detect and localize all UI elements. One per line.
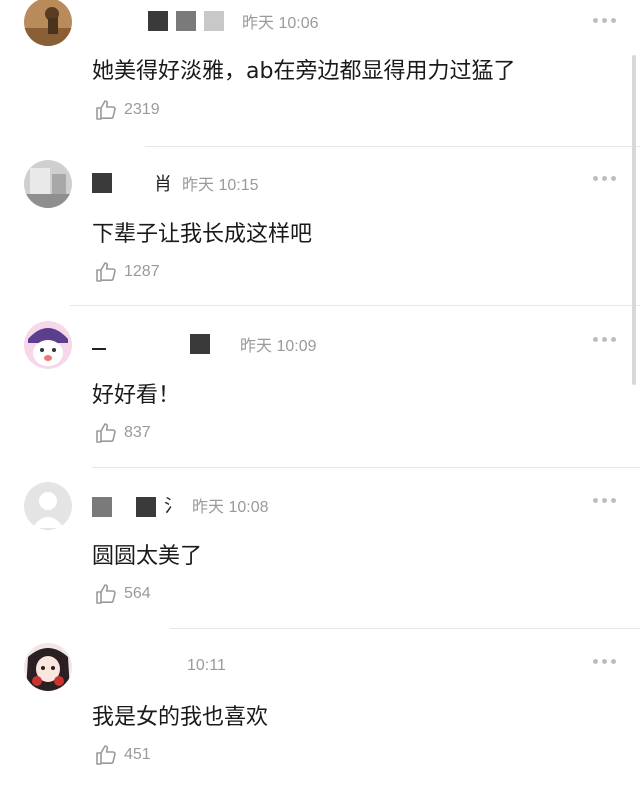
user-name-fragment: 肖 <box>154 174 172 195</box>
avatar-default-icon <box>24 482 72 530</box>
name-redaction <box>204 11 224 31</box>
like-button[interactable]: 2319 <box>94 98 160 122</box>
name-redaction <box>176 11 196 31</box>
comment-time: 昨天 10:15 <box>182 177 259 194</box>
like-count: 837 <box>124 424 151 441</box>
comment-text: 我是女的我也喜欢 <box>92 705 269 730</box>
user-name-row: 10:11 <box>187 651 226 681</box>
name-redaction <box>92 173 112 193</box>
user-name-row: 昨天 10:09 <box>92 329 317 359</box>
name-redaction <box>92 497 112 517</box>
comment-list: 昨天 10:06 她美得好淡雅，ab在旁边都显得用力过猛了 2319 肖 昨天 … <box>0 0 640 773</box>
avatar-cartoon-icon <box>24 321 72 369</box>
avatar[interactable] <box>24 160 72 208</box>
comment-item: 肖 昨天 10:15 下辈子让我长成这样吧 1287 <box>0 160 640 321</box>
more-options-icon[interactable] <box>593 498 616 503</box>
name-redaction <box>190 334 210 354</box>
avatar-anime-girl-icon <box>24 643 72 691</box>
comment-text: 她美得好淡雅，ab在旁边都显得用力过猛了 <box>92 59 516 84</box>
divider <box>170 628 640 629</box>
user-name-fragment: 氵 <box>164 496 182 517</box>
thumbs-up-icon <box>96 745 116 765</box>
like-count: 2319 <box>124 101 160 118</box>
thumbs-up-icon <box>96 423 116 443</box>
comment-text: 圆圆太美了 <box>92 544 203 569</box>
comment-text: 好好看！ <box>92 383 181 408</box>
comment-text: 下辈子让我长成这样吧 <box>92 222 313 247</box>
divider <box>145 146 640 147</box>
thumbs-up-icon <box>96 262 116 282</box>
name-redaction <box>136 497 156 517</box>
comment-item: 昨天 10:06 她美得好淡雅，ab在旁边都显得用力过猛了 2319 <box>0 0 640 159</box>
like-button[interactable]: 1287 <box>94 260 160 284</box>
comment-time: 昨天 10:08 <box>192 499 269 516</box>
avatar[interactable] <box>24 321 72 369</box>
comment-time: 10:11 <box>187 657 226 674</box>
name-redaction <box>92 348 106 350</box>
divider <box>92 467 640 468</box>
like-count: 564 <box>124 585 151 602</box>
user-name-row: 肖 昨天 10:15 <box>92 168 259 198</box>
thumbs-up-icon <box>96 584 116 604</box>
more-options-icon[interactable] <box>593 337 616 342</box>
comment-item: 氵 昨天 10:08 圆圆太美了 564 <box>0 482 640 643</box>
avatar[interactable] <box>24 643 72 691</box>
comment-item: 10:11 我是女的我也喜欢 451 <box>0 643 640 804</box>
comment-item: 昨天 10:09 好好看！ 837 <box>0 321 640 482</box>
more-options-icon[interactable] <box>593 659 616 664</box>
like-count: 1287 <box>124 263 160 280</box>
more-options-icon[interactable] <box>593 176 616 181</box>
avatar-room-icon <box>24 160 72 208</box>
comment-time: 昨天 10:09 <box>240 338 317 355</box>
like-button[interactable]: 451 <box>94 743 151 767</box>
like-button[interactable]: 837 <box>94 421 151 445</box>
thumbs-up-icon <box>96 100 116 120</box>
avatar-desert-icon <box>24 0 72 46</box>
avatar[interactable] <box>24 482 72 530</box>
avatar[interactable] <box>24 0 72 46</box>
user-name-row: 氵 昨天 10:08 <box>92 490 269 520</box>
divider <box>70 305 640 306</box>
like-count: 451 <box>124 746 151 763</box>
comment-time: 昨天 10:06 <box>242 15 319 32</box>
more-options-icon[interactable] <box>593 18 616 23</box>
name-redaction <box>148 11 168 31</box>
like-button[interactable]: 564 <box>94 582 151 606</box>
scrollbar[interactable] <box>632 55 636 385</box>
user-name-row: 昨天 10:06 <box>148 6 319 36</box>
